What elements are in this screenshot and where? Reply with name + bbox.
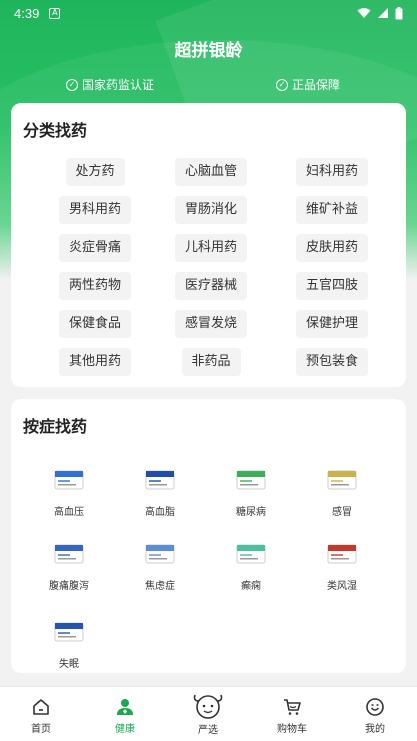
bottom-tab-bar: 首页 健康 严选 购物车 我的 [0,686,417,741]
category-chip[interactable]: 维矿补益 [296,196,369,224]
tab-health[interactable]: 健康 [90,687,160,735]
category-card: 分类找药 处方药 心脑血管 妇科用药男科用药 胃肠消化 维矿补益炎症骨痛 儿科用药 皮肤用药… [11,103,406,387]
symptom-item[interactable]: 类风湿 [307,537,377,592]
tab-home[interactable]: 首页 [6,687,76,735]
battery-icon [395,6,403,19]
symptom-label: 失眠 [59,659,79,670]
trust-badges: ✓ 国家药监认证 ✓ 正品保障 [0,76,417,94]
medicine-package-image [143,463,177,497]
badge-label: 国家药监认证 [82,78,155,92]
profile-icon [365,697,385,717]
tab-label: 首页 [31,724,51,735]
symptom-item[interactable]: 失眠 [34,615,104,670]
symptom-item[interactable]: 糖尿病 [216,463,286,518]
medicine-package-image [325,463,359,497]
check-circle-icon: ✓ [276,78,288,91]
symptom-item[interactable]: 癫痫 [216,537,286,592]
category-chip[interactable]: 感冒发烧 [175,310,248,338]
symptom-label: 高血脂 [145,507,175,518]
category-chip[interactable]: 其他用药 [59,348,132,376]
category-chip[interactable]: 非药品 [181,348,241,376]
home-icon [31,697,51,717]
symptom-label: 高血压 [54,507,84,518]
category-chip[interactable]: 医疗器械 [175,272,248,300]
symptom-item[interactable]: 高血压 [34,463,104,518]
symptom-label: 类风湿 [327,581,357,592]
tab-label: 健康 [115,724,135,735]
category-chip[interactable]: 儿科用药 [175,234,248,262]
tab-cart[interactable]: 购物车 [257,687,327,735]
medicine-package-image [325,537,359,571]
category-heading: 分类找药 [23,121,88,140]
symptom-heading: 按症找药 [23,417,88,436]
category-chip[interactable]: 五官四肢 [296,272,369,300]
medicine-package-image [234,463,268,497]
symptom-card: 按症找药 高血压 高血脂 糖尿病 感冒腹痛腹泻 焦虑症 癫痫 类风湿失眠 [11,399,406,673]
medicine-package-image [52,537,86,571]
category-chip[interactable]: 心脑血管 [175,158,248,186]
status-time: 4:39 [14,5,40,21]
category-chip[interactable]: 处方药 [65,158,125,186]
health-icon [115,697,135,717]
tab-label: 我的 [365,724,385,735]
symptom-label: 感冒 [332,507,352,518]
tab-label: 严选 [198,725,218,736]
status-icons [357,6,403,20]
category-chip[interactable]: 胃肠消化 [175,196,248,224]
signal-icon [378,8,388,18]
badge-certified: ✓ 国家药监认证 [66,76,154,93]
category-chip[interactable]: 两性药物 [59,272,132,300]
category-chip[interactable]: 保健食品 [59,310,132,338]
badge-label: 正品保障 [292,78,341,92]
symptom-label: 腹痛腹泻 [49,581,89,592]
check-circle-icon: ✓ [66,78,78,91]
symptom-item[interactable]: 感冒 [307,463,377,518]
symptom-label: 焦虑症 [145,581,175,592]
page-title: 超拼银龄 [174,41,243,61]
medicine-package-image [234,537,268,571]
tab-profile[interactable]: 我的 [340,687,410,735]
notification-icon: A [49,7,61,19]
symptom-item[interactable]: 高血脂 [125,463,195,518]
category-chip[interactable]: 男科用药 [59,196,132,224]
wifi-icon [357,8,371,18]
badge-genuine: ✓ 正品保障 [276,76,340,93]
medicine-package-image [52,615,86,649]
tab-selection[interactable]: 严选 [173,687,243,736]
medicine-package-image [52,463,86,497]
medicine-package-image [143,537,177,571]
symptom-label: 癫痫 [241,581,261,592]
category-chip[interactable]: 皮肤用药 [296,234,369,262]
status-bar: 4:39 A [0,0,417,26]
category-chip[interactable]: 保健护理 [296,310,369,338]
tab-label: 购物车 [277,724,307,735]
cow-mascot-icon [191,691,225,721]
category-chip[interactable]: 炎症骨痛 [59,234,132,262]
category-chip[interactable]: 预包装食 [296,348,369,376]
symptom-label: 糖尿病 [236,507,266,518]
symptom-item[interactable]: 焦虑症 [125,537,195,592]
cart-icon [282,697,302,717]
category-chip[interactable]: 妇科用药 [296,158,369,186]
symptom-item[interactable]: 腹痛腹泻 [34,537,104,592]
